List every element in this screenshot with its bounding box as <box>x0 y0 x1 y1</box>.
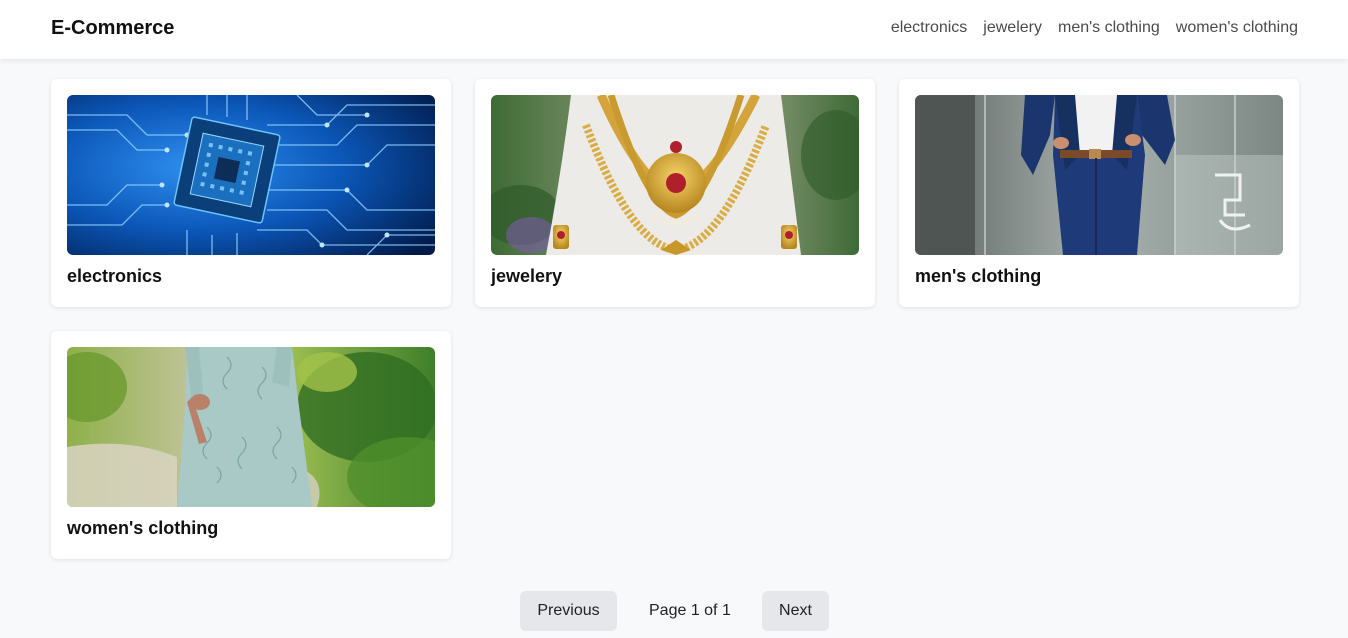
previous-page-button[interactable]: Previous <box>520 591 617 631</box>
top-navbar: E-Commerce electronics jewelery men's cl… <box>0 0 1348 59</box>
category-card-mens-clothing[interactable]: men's clothing <box>899 79 1299 307</box>
circuit-board-chip-image <box>67 95 435 255</box>
electronics-image <box>67 95 435 255</box>
mens-clothing-image <box>915 95 1283 255</box>
nav-link-womens-clothing[interactable]: women's clothing <box>1176 19 1298 37</box>
page-indicator: Page 1 of 1 <box>649 602 731 619</box>
category-title: women's clothing <box>67 518 219 538</box>
category-title: jewelery <box>491 266 563 286</box>
category-card-electronics[interactable]: electronics <box>51 79 451 307</box>
woman-in-kurta-image <box>67 347 435 507</box>
category-card-womens-clothing[interactable]: women's clothing <box>51 331 451 559</box>
category-card-jewelery[interactable]: jewelery <box>475 79 875 307</box>
brand-logo-text[interactable]: E-Commerce <box>51 17 174 40</box>
nav-link-jewelery[interactable]: jewelery <box>983 19 1042 37</box>
nav-link-electronics[interactable]: electronics <box>891 19 967 37</box>
womens-clothing-image <box>67 347 435 507</box>
man-in-suit-image <box>915 95 1283 255</box>
pagination: Previous Page 1 of 1 Next <box>0 591 1348 631</box>
category-nav: electronics jewelery men's clothing wome… <box>891 19 1298 37</box>
category-title: men's clothing <box>915 266 1042 286</box>
category-title: electronics <box>67 266 163 286</box>
jewelery-image <box>491 95 859 255</box>
next-page-button[interactable]: Next <box>762 591 829 631</box>
nav-link-mens-clothing[interactable]: men's clothing <box>1058 19 1160 37</box>
gold-necklace-image <box>491 95 859 255</box>
